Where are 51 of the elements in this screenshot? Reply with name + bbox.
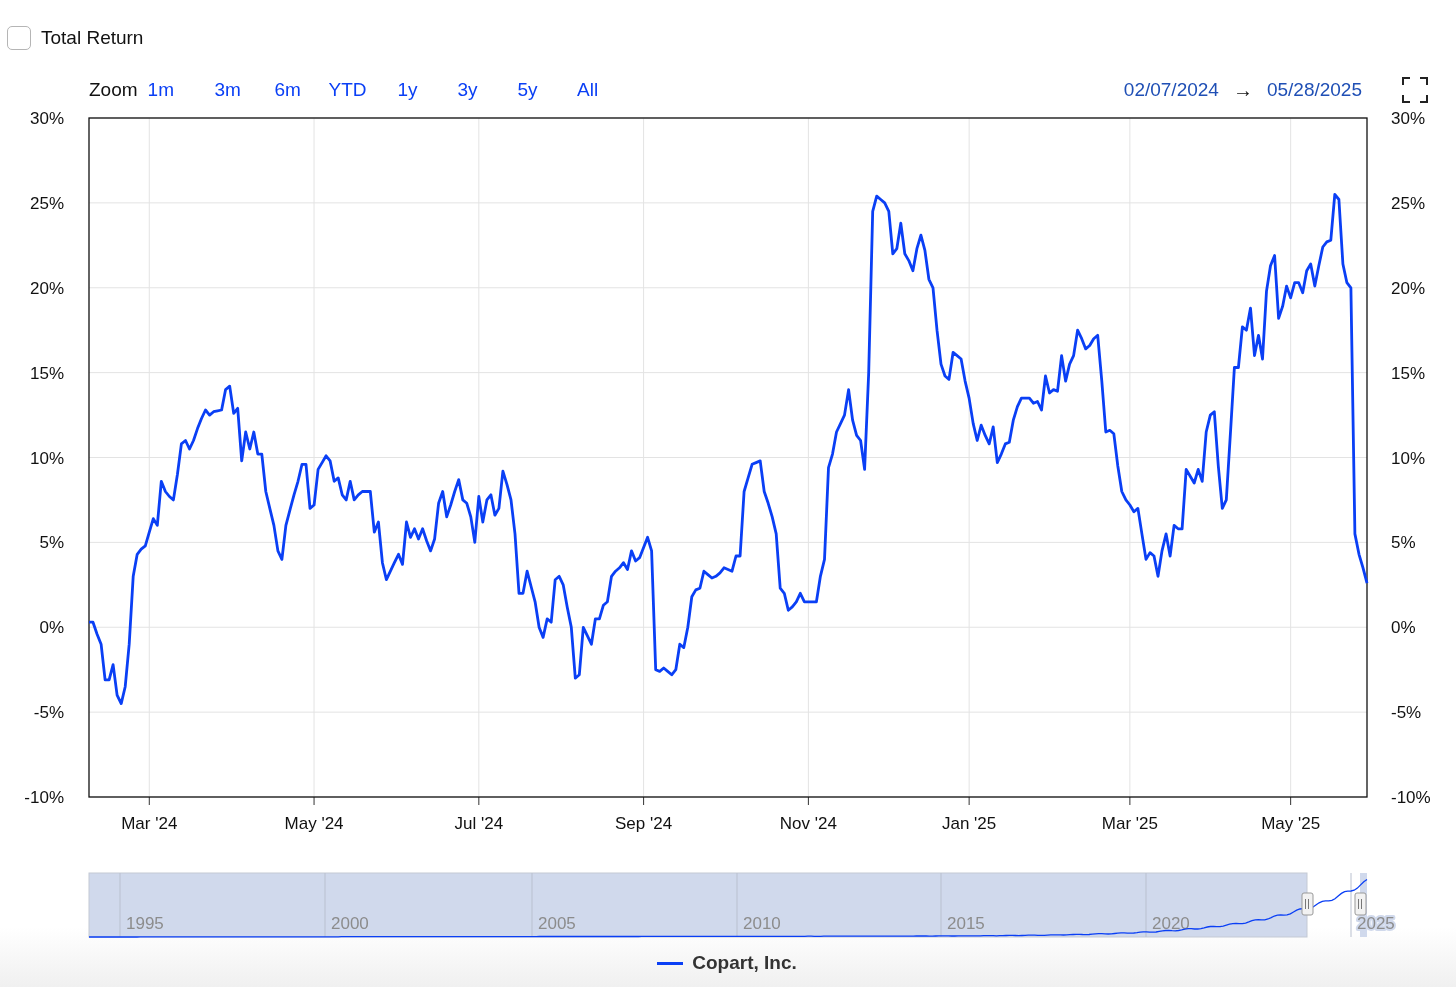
zoom-button[interactable]: 1y	[377, 75, 438, 105]
date-field[interactable]: 02/07/2024	[1123, 79, 1219, 101]
year-label: 2015	[947, 914, 985, 933]
y-axis-label: 10%	[1391, 448, 1426, 468]
range-arrow: →	[1232, 78, 1253, 102]
zoom-label: Zoom	[89, 79, 138, 101]
y-axis-label: -5%	[33, 703, 64, 723]
zoom-button[interactable]: All	[557, 75, 618, 105]
x-axis-label: Mar '24	[121, 814, 178, 833]
fullscreen-icon[interactable]	[1402, 77, 1428, 103]
y-axis-label: 20%	[1391, 278, 1426, 298]
y-axis-label: 15%	[29, 363, 64, 383]
y-axis-label: 25%	[1391, 193, 1426, 213]
y-axis-label: 10%	[29, 448, 64, 468]
y-axis-label: 30%	[1391, 109, 1426, 128]
y-axis-label: -10%	[24, 788, 64, 807]
x-axis-label: Nov '24	[779, 814, 837, 833]
y-axis-label: 5%	[1391, 533, 1416, 553]
zoom-button[interactable]: 5y	[497, 75, 558, 105]
legend-item[interactable]: Copart, Inc.	[657, 952, 797, 974]
zoom-button[interactable]: YTD	[317, 75, 378, 105]
zoom-button[interactable]: 1m	[147, 75, 198, 105]
zoom-button[interactable]: 3y	[437, 75, 498, 105]
date-field[interactable]: 05/28/2025	[1266, 79, 1362, 101]
y-axis-label: 0%	[39, 618, 64, 638]
y-axis-label: 0%	[1391, 618, 1416, 638]
checkbox-label: Total Return	[41, 27, 144, 49]
x-axis-label: May '25	[1261, 814, 1321, 833]
y-axis-label: 15%	[1391, 363, 1426, 383]
y-axis-label: 25%	[29, 193, 64, 213]
y-axis-label: 30%	[29, 109, 64, 128]
x-axis-label: Mar '25	[1101, 814, 1158, 833]
x-axis-label: Sep '24	[615, 814, 673, 833]
year-label: 2000	[331, 914, 369, 933]
y-axis-label: 20%	[29, 278, 64, 298]
zoom-button[interactable]: 3m	[197, 75, 258, 105]
year-label: 2025	[1357, 914, 1395, 933]
year-label: 2005	[538, 914, 576, 933]
y-axis-label: 5%	[39, 533, 64, 553]
y-axis-label: -10%	[1391, 788, 1431, 807]
year-label: 2010	[743, 914, 781, 933]
zoom-button[interactable]: 6m	[257, 75, 318, 105]
y-axis-label: -5%	[1391, 703, 1422, 723]
x-axis-label: Jul '24	[454, 814, 504, 833]
navigator-handle[interactable]	[1354, 892, 1367, 916]
x-axis-label: May '24	[284, 814, 344, 833]
navigator-handle[interactable]	[1301, 892, 1314, 916]
year-label: 1995	[126, 914, 164, 933]
checkbox[interactable]	[7, 26, 31, 50]
year-label: 2020	[1152, 914, 1190, 933]
x-axis-label: Jan '25	[942, 814, 997, 833]
